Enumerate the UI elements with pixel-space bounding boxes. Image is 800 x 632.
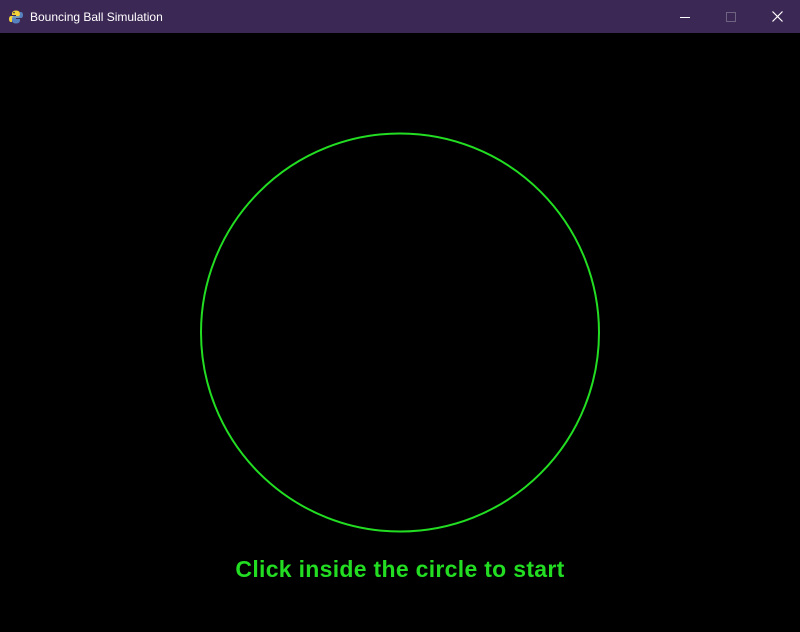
maximize-button[interactable] (708, 0, 754, 33)
minimize-button[interactable] (662, 0, 708, 33)
app-window: Bouncing Ball Simulation Click inside th… (0, 0, 800, 632)
minimize-icon (680, 16, 690, 18)
title-bar[interactable]: Bouncing Ball Simulation (0, 0, 800, 33)
boundary-circle[interactable] (200, 132, 600, 533)
simulation-canvas[interactable] (0, 33, 800, 632)
window-controls (662, 0, 800, 33)
close-button[interactable] (754, 0, 800, 33)
close-icon (771, 11, 783, 22)
start-instruction: Click inside the circle to start (235, 556, 565, 582)
window-title: Bouncing Ball Simulation (30, 9, 163, 24)
pygame-snake-icon (8, 9, 24, 25)
simulation-surface (200, 132, 600, 533)
maximize-icon (726, 11, 736, 22)
